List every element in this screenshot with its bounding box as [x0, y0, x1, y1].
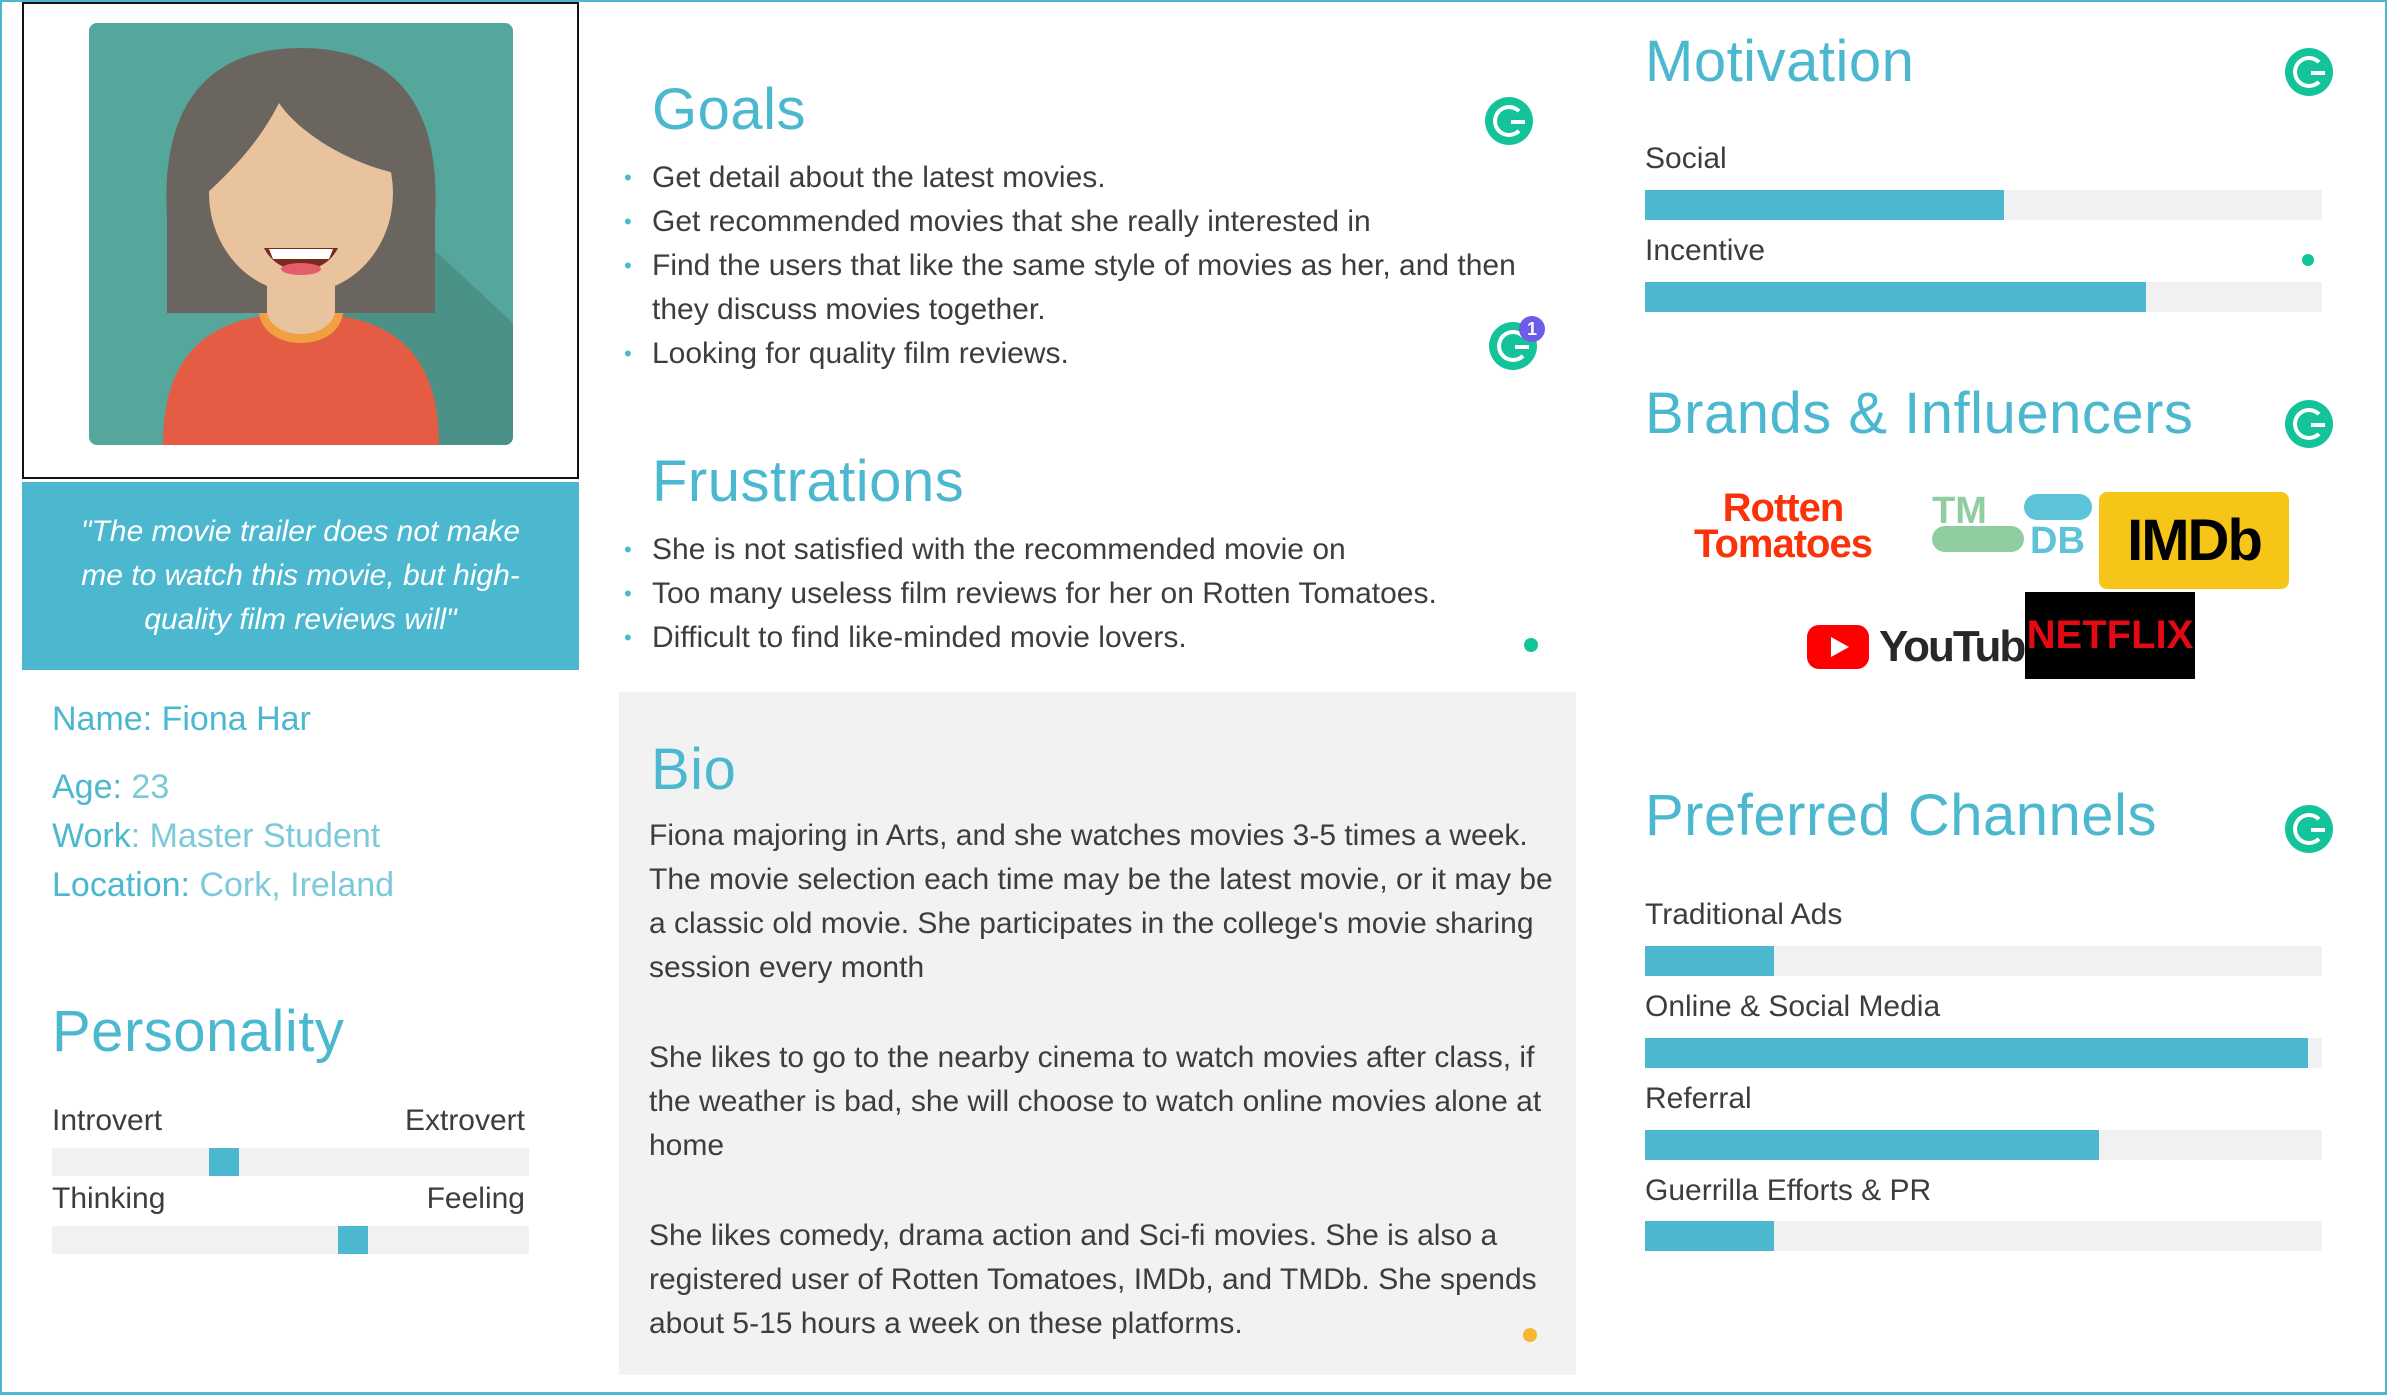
youtube-play-icon [1807, 625, 1869, 669]
channel-bar-label: Referral [1645, 1082, 1752, 1115]
persona-location: Location: Cork, Ireland [52, 866, 394, 905]
grammarly-count-badge: 1 [1519, 316, 1545, 342]
personality-marker [209, 1148, 239, 1176]
frustration-item: Too many useless film reviews for her on… [624, 572, 1552, 616]
channel-bar-fill [1645, 1038, 2309, 1068]
age-value: 23 [131, 768, 170, 806]
bio-title: Bio [651, 737, 737, 802]
goal-item: Get detail about the latest movies. [624, 156, 1532, 200]
persona-avatar [89, 23, 513, 445]
goal-item: Looking for quality film reviews. [624, 332, 1532, 376]
bio-panel: Bio Fiona majoring in Arts, and she watc… [619, 692, 1576, 1375]
goal-item: Find the users that like the same style … [624, 244, 1532, 332]
tmdb-logo-pill [1932, 526, 2024, 552]
channel-bar-fill [1645, 1130, 2099, 1160]
personality-right-label-0: Extrovert [404, 1104, 525, 1137]
personality-left-label-1: Thinking [52, 1182, 166, 1215]
channel-bar-track [1645, 1221, 2322, 1251]
persona-canvas: "The movie trailer does not make me to w… [0, 0, 2387, 1395]
motivation-bar-fill [1645, 190, 2004, 220]
work-label: Work [52, 817, 131, 855]
persona-age: Age: 23 [52, 768, 169, 807]
persona-quote-box: "The movie trailer does not make me to w… [22, 482, 579, 670]
channel-bar-fill [1645, 1221, 1774, 1251]
location-label: Location: [52, 866, 190, 904]
motivation-bar-label: Incentive [1645, 234, 1766, 267]
frustration-item: She is not satisfied with the recommende… [624, 528, 1552, 572]
motivation-bar-fill [1645, 282, 2146, 312]
grammarly-icon[interactable] [2285, 48, 2333, 96]
name-value: Fiona Har [161, 700, 311, 738]
status-dot [1523, 1328, 1537, 1342]
personality-title: Personality [52, 999, 345, 1064]
personality-scale-thinking-feeling [52, 1226, 529, 1254]
frustrations-list: She is not satisfied with the recommende… [624, 528, 1552, 660]
motivation-bar-track [1645, 282, 2322, 312]
channel-bar-fill [1645, 946, 1774, 976]
netflix-logo: NETFLIX [2025, 592, 2195, 679]
bio-paragraph: She likes to go to the nearby cinema to … [649, 1041, 1542, 1162]
channel-bar-label: Guerrilla Efforts & PR [1645, 1174, 1932, 1207]
frustration-item: Difficult to find like-minded movie love… [624, 616, 1552, 660]
grammarly-icon[interactable] [2285, 400, 2333, 448]
bio-paragraph: Fiona majoring in Arts, and she watches … [649, 819, 1553, 984]
grammarly-icon[interactable] [2285, 805, 2333, 853]
motivation-bar-label: Social [1645, 142, 1727, 175]
bio-paragraph: She likes comedy, drama action and Sci-f… [649, 1219, 1537, 1340]
persona-quote: "The movie trailer does not make me to w… [80, 515, 521, 636]
motivation-title: Motivation [1645, 29, 1915, 94]
motivation-bar-track [1645, 190, 2322, 220]
personality-marker [338, 1226, 368, 1254]
youtube-wordmark: YouTube [1879, 622, 2049, 671]
tmdb-logo: TM DB [1932, 490, 2097, 562]
persona-work: Work: Master Student [52, 817, 380, 856]
personality-left-label-0: Introvert [52, 1104, 163, 1137]
tmdb-logo-bottom: DB [2030, 520, 2085, 562]
tmdb-logo-pill [2024, 494, 2092, 520]
imdb-logo: IMDb [2099, 492, 2289, 589]
work-value: : Master Student [130, 817, 381, 855]
frustrations-title: Frustrations [652, 449, 965, 514]
channel-bar-track [1645, 1038, 2322, 1068]
grammarly-icon[interactable] [1485, 97, 1533, 145]
personality-scale-introvert-extrovert [52, 1148, 529, 1176]
personality-right-label-1: Feeling [426, 1182, 525, 1215]
persona-name: Name: Fiona Har [52, 700, 311, 739]
channel-bar-track [1645, 1130, 2322, 1160]
channel-bar-label: Traditional Ads [1645, 898, 1843, 931]
persona-photo-frame [22, 2, 579, 479]
goals-title: Goals [652, 77, 807, 142]
rotten-tomatoes-logo-line2: Tomatoes [1694, 522, 1873, 566]
avatar-illustration [163, 48, 513, 445]
channel-bar-track [1645, 946, 2322, 976]
rotten-tomatoes-logo-line1: Rotten [1722, 486, 1845, 530]
status-dot [1524, 638, 1538, 652]
rotten-tomatoes-logo: Rotten Tomatoes [1694, 486, 1873, 566]
brands-title: Brands & Influencers [1645, 381, 2194, 446]
grammarly-icon[interactable]: 1 [1489, 316, 1545, 370]
age-label: Age: [52, 768, 122, 806]
channels-title: Preferred Channels [1645, 783, 2157, 848]
location-value: Cork, Ireland [199, 866, 395, 904]
name-label: Name: [52, 700, 153, 738]
goals-list: Get detail about the latest movies. Get … [624, 156, 1532, 376]
status-dot [2302, 254, 2314, 266]
goal-item: Get recommended movies that she really i… [624, 200, 1532, 244]
channel-bar-label: Online & Social Media [1645, 990, 1941, 1023]
youtube-logo: YouTube [1807, 622, 2049, 672]
